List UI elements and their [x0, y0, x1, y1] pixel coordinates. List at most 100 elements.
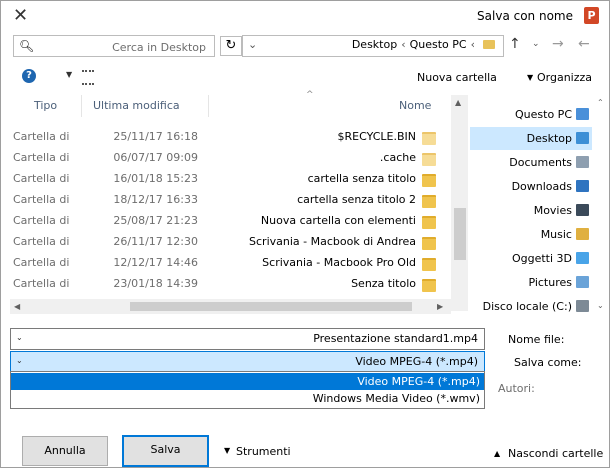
file-row[interactable]: Cartella di 06/07/17 09:09 .cache: [13, 148, 453, 169]
new-folder-button[interactable]: Nuova cartella: [417, 71, 497, 84]
search-input[interactable]: [34, 37, 208, 57]
column-divider[interactable]: [81, 95, 82, 117]
column-divider[interactable]: [208, 95, 209, 117]
file-name: Nuova cartella con elementi: [260, 214, 416, 227]
file-type: Cartella di: [13, 130, 70, 143]
close-icon[interactable]: ✕: [13, 5, 28, 26]
sidebar-item-label: Oggetti 3D: [511, 252, 572, 265]
tools-dropdown-icon[interactable]: ▼: [224, 446, 230, 455]
sidebar-item-label: Disco locale (C:): [482, 300, 572, 313]
save-button[interactable]: Salva: [122, 435, 209, 467]
refresh-button[interactable]: ↻: [220, 36, 242, 56]
sidebar-item-label: Downloads: [511, 180, 572, 193]
chevron-left-icon[interactable]: ‹: [401, 38, 405, 51]
file-row[interactable]: Cartella di 18/12/17 16:33 cartella senza …: [13, 190, 453, 211]
window-title: Salva con nome: [477, 9, 573, 23]
file-type: Cartella di: [13, 235, 70, 248]
column-header-modified[interactable]: Ultima modifica: [93, 95, 180, 117]
folder-icon: [422, 237, 436, 250]
column-header-type[interactable]: Tipo: [34, 95, 57, 117]
title-bar: ✕ Salva con nome P: [1, 1, 609, 31]
recent-locations-dropdown[interactable]: ⌄: [532, 39, 540, 49]
folder-icon: [422, 279, 436, 292]
cancel-button[interactable]: Annulla: [22, 436, 108, 466]
view-mode-icon[interactable]: [82, 70, 94, 85]
horizontal-scroll-thumb[interactable]: [130, 302, 412, 311]
music-icon: [576, 228, 589, 240]
file-row[interactable]: Cartella di 26/11/17 12:30 Scrivania - Mac…: [13, 232, 453, 253]
help-icon[interactable]: ?: [22, 69, 36, 83]
file-name: .cache: [379, 151, 416, 164]
file-list-vertical-scrollbar[interactable]: ▲: [451, 95, 468, 311]
sidebar-item-label: Documents: [509, 156, 572, 169]
computer-icon: [576, 108, 589, 120]
breadcrumb-this-pc[interactable]: Questo PC: [410, 38, 467, 51]
file-list-scroll-thumb[interactable]: [454, 208, 466, 260]
breadcrumb-desktop[interactable]: Desktop: [352, 38, 397, 51]
scroll-right-icon[interactable]: ▶: [437, 302, 443, 311]
file-type: Cartella di: [13, 193, 70, 206]
chevron-down-icon[interactable]: ⌄: [248, 38, 257, 51]
sidebar-item-label: Desktop: [526, 132, 572, 145]
back-arrow-icon[interactable]: ←: [578, 36, 590, 52]
file-type: Cartella di: [13, 172, 70, 185]
filename-field[interactable]: ⌄ Presentazione standard1.mp4: [10, 328, 485, 350]
column-header-name[interactable]: Nome: [399, 95, 431, 117]
folder-icon: [422, 174, 436, 187]
filename-label: Nome file:: [508, 333, 565, 346]
file-row[interactable]: Cartella di 23/01/18 14:39 Senza titolo: [13, 274, 453, 295]
sidebar-item[interactable]: Movies: [470, 199, 592, 222]
savetype-label: Salva come:: [514, 356, 582, 369]
sidebar-item-label: Questo PC: [515, 108, 572, 121]
navigation-pane-scrollbar[interactable]: ⌃ ⌄: [594, 95, 608, 315]
sidebar-item[interactable]: Disco locale (C:): [470, 295, 592, 318]
file-row[interactable]: Cartella di 12/12/17 14:46 Scrivania - Mac…: [13, 253, 453, 274]
scroll-up-icon[interactable]: ⌃: [597, 98, 604, 107]
sidebar-item[interactable]: Music: [470, 223, 592, 246]
sidebar-item[interactable]: Desktop: [470, 127, 592, 150]
file-modified: 12/12/17 14:46: [113, 256, 198, 269]
savetype-option-mp4[interactable]: Video MPEG-4 (*.mp4): [11, 373, 484, 390]
organize-button[interactable]: Organizza: [537, 71, 592, 84]
sidebar-item-label: Music: [540, 228, 572, 241]
view-options-dropdown[interactable]: ▼: [66, 70, 72, 79]
file-modified: 18/12/17 16:33: [113, 193, 198, 206]
movies-icon: [576, 204, 589, 216]
forward-arrow-icon[interactable]: →: [552, 36, 564, 52]
chevron-down-icon[interactable]: ⌄: [16, 356, 23, 365]
chevron-up-icon[interactable]: ▲: [494, 449, 500, 458]
file-name: Scrivania - Macbook di Andrea: [249, 235, 416, 248]
scroll-left-icon[interactable]: ◀: [14, 302, 20, 311]
scroll-down-icon[interactable]: ⌄: [597, 301, 604, 310]
sidebar-item[interactable]: Oggetti 3D: [470, 247, 592, 270]
file-row[interactable]: Cartella di 16/01/18 15:23 cartella senza …: [13, 169, 453, 190]
file-name: cartella senza titolo 2: [297, 193, 416, 206]
savetype-option-wmv[interactable]: Windows Media Video (*.wmv): [11, 390, 484, 407]
up-arrow-icon[interactable]: ↑: [509, 36, 521, 52]
file-row[interactable]: Cartella di 25/11/17 16:18 $RECYCLE.BIN: [13, 127, 453, 148]
tools-button[interactable]: Strumenti: [236, 445, 291, 458]
file-modified: 06/07/17 09:09: [113, 151, 198, 164]
navigation-pane: Questo PC Desktop Documents Downloads Movies…: [470, 95, 596, 315]
file-modified: 25/11/17 16:18: [113, 130, 198, 143]
drive-icon: [576, 300, 589, 312]
file-modified: 23/01/18 14:39: [113, 277, 198, 290]
hide-folders-button[interactable]: Nascondi cartelle: [508, 447, 603, 460]
documents-icon: [576, 156, 589, 168]
organize-dropdown-icon: ▼: [527, 73, 534, 82]
file-type: Cartella di: [13, 214, 70, 227]
scroll-up-icon[interactable]: ▲: [455, 98, 461, 107]
file-name: $RECYCLE.BIN: [337, 130, 416, 143]
sidebar-item[interactable]: Questo PC: [470, 103, 592, 126]
savetype-value: Video MPEG-4 (*.mp4): [355, 355, 478, 368]
sidebar-item[interactable]: Documents: [470, 151, 592, 174]
file-row[interactable]: Cartella di 25/08/17 21:23 Nuova cartella …: [13, 211, 453, 232]
savetype-select[interactable]: ⌄ Video MPEG-4 (*.mp4): [10, 351, 485, 373]
search-box[interactable]: 🔍︎: [13, 35, 215, 57]
sidebar-item[interactable]: Pictures: [470, 271, 592, 294]
sidebar-item[interactable]: Downloads: [470, 175, 592, 198]
address-bar[interactable]: ⌄ Desktop ‹ Questo PC ‹: [242, 35, 504, 57]
savetype-dropdown-list: Video MPEG-4 (*.mp4) Windows Media Video…: [10, 371, 485, 409]
chevron-left-icon[interactable]: ‹: [471, 38, 475, 51]
chevron-down-icon[interactable]: ⌄: [16, 333, 23, 342]
